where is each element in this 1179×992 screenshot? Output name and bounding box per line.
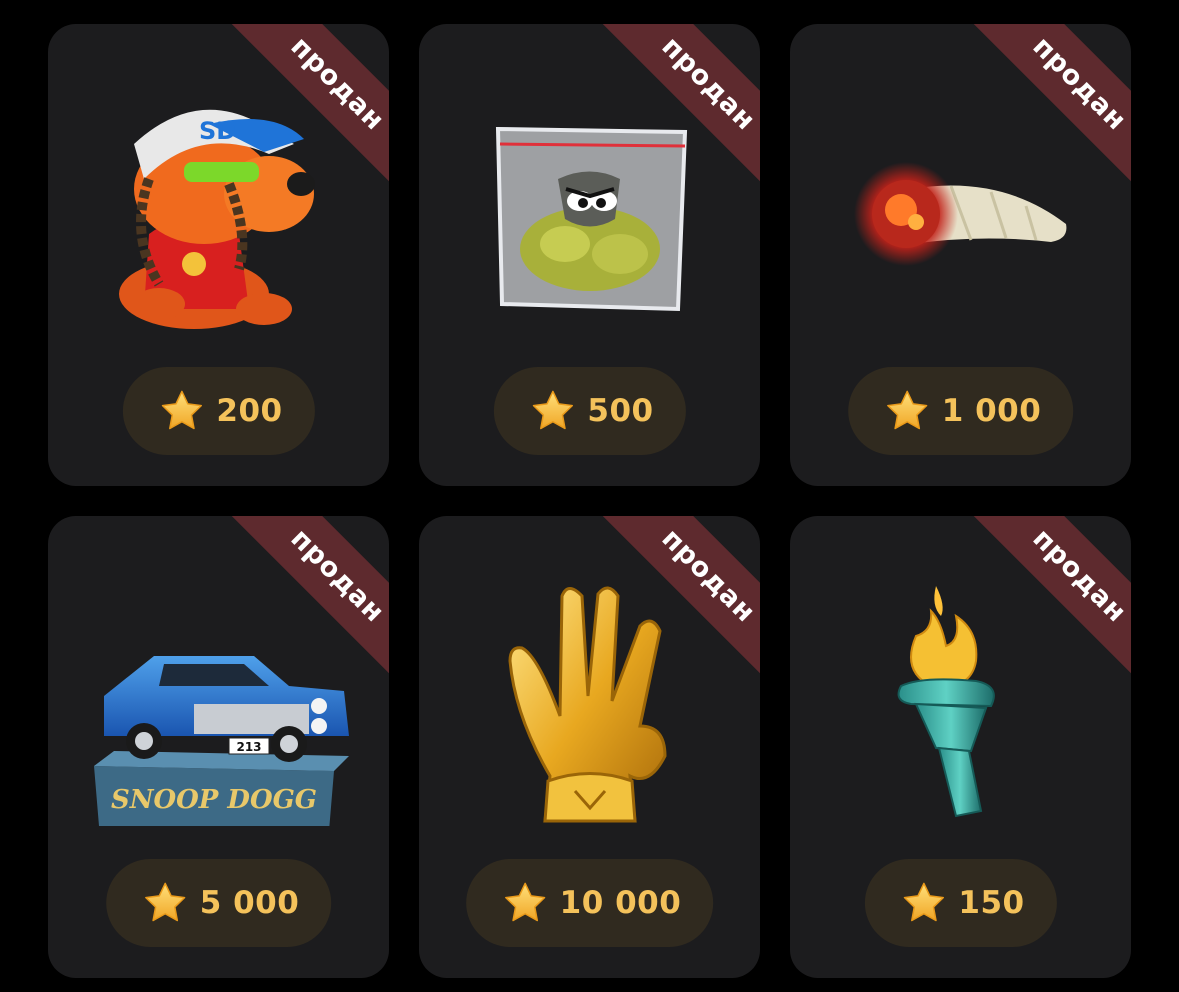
sold-badge: продан xyxy=(593,516,760,686)
gift-card-hand[interactable]: продан 10 000 xyxy=(419,516,760,978)
price-pill[interactable]: 500 xyxy=(493,367,686,455)
star-icon xyxy=(532,390,573,430)
price-amount: 150 xyxy=(958,885,1025,921)
sold-badge: продан xyxy=(964,516,1131,686)
gift-card-bag[interactable]: продан 500 xyxy=(419,24,760,486)
star-icon xyxy=(504,882,545,922)
sold-ribbon: продан xyxy=(961,516,1131,686)
price-pill[interactable]: 5 000 xyxy=(105,859,332,947)
gift-card-joint[interactable]: продан 1 000 xyxy=(790,24,1131,486)
license-plate: 213 xyxy=(236,740,261,754)
price-pill[interactable]: 1 000 xyxy=(847,367,1074,455)
price-amount: 200 xyxy=(216,393,283,429)
price-amount: 5 000 xyxy=(199,885,300,921)
star-icon xyxy=(144,882,185,922)
price-pill[interactable]: 200 xyxy=(122,367,315,455)
sold-badge: продан xyxy=(593,24,760,194)
sold-ribbon: продан xyxy=(590,24,760,194)
price-pill[interactable]: 150 xyxy=(864,859,1057,947)
gift-grid: SD продан 200 продан 500 продан 1 000 SN… xyxy=(48,24,1131,978)
sold-badge: продан xyxy=(222,516,389,686)
sold-ribbon: продан xyxy=(961,24,1131,194)
sold-ribbon: продан xyxy=(219,516,389,686)
gift-card-dog[interactable]: SD продан 200 xyxy=(48,24,389,486)
star-icon xyxy=(903,882,944,922)
car-brand-text: SNOOP DOGG xyxy=(110,785,316,815)
price-amount: 10 000 xyxy=(559,885,682,921)
gift-card-car[interactable]: SNOOP DOGG 213 продан 5 000 xyxy=(48,516,389,978)
sold-badge: продан xyxy=(964,24,1131,194)
sold-ribbon: продан xyxy=(590,516,760,686)
star-icon xyxy=(886,390,927,430)
price-pill[interactable]: 10 000 xyxy=(465,859,714,947)
star-icon xyxy=(161,390,202,430)
price-amount: 1 000 xyxy=(941,393,1042,429)
gift-card-torch[interactable]: продан 150 xyxy=(790,516,1131,978)
price-amount: 500 xyxy=(587,393,654,429)
sold-badge: продан xyxy=(222,24,389,194)
sold-ribbon: продан xyxy=(219,24,389,194)
